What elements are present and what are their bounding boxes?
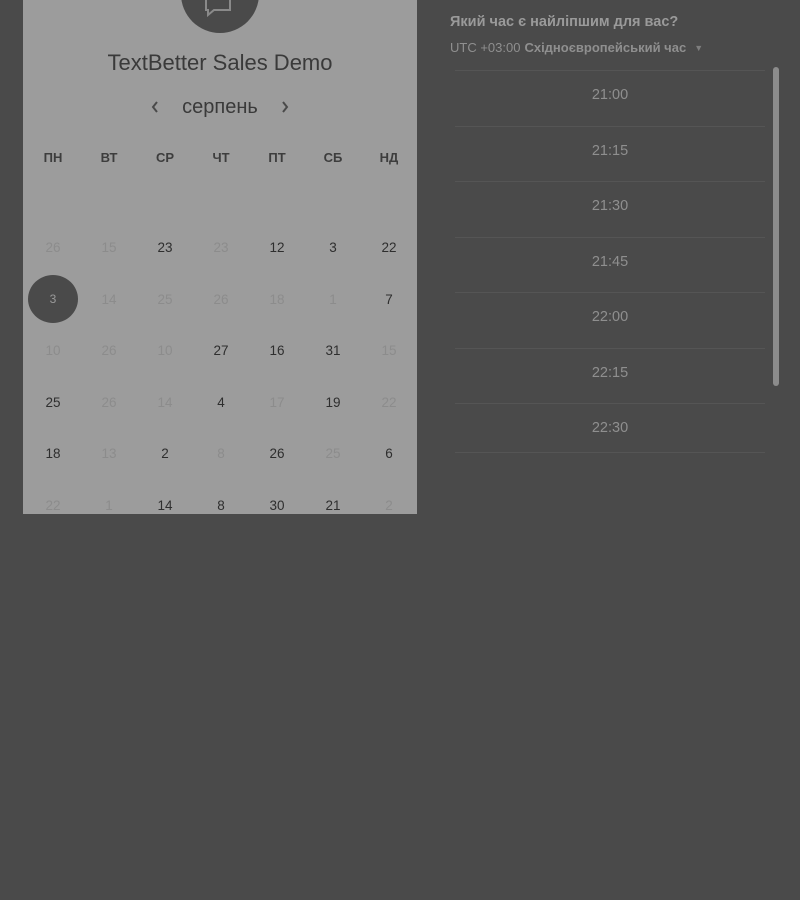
calendar-day: 1 [105,497,113,513]
calendar-day: 10 [157,343,173,359]
calendar-day: 22 [381,394,397,410]
time-list-scrollbar[interactable] [773,67,779,386]
host-avatar [181,0,259,33]
calendar-day[interactable]: 30 [249,480,305,515]
month-label: серпень [182,95,258,118]
weekday-label: ПТ [268,150,286,165]
weekday-label: НД [379,150,399,165]
calendar-day[interactable]: 26 [249,428,305,480]
caret-down-icon: ▼ [694,42,704,53]
weekday-header: ПН ВТ СР ЧТ ПТ СБ НД [25,150,417,165]
booking-card: TextBetter Sales Demo серпень ПН ВТ СР Ч… [23,0,417,514]
calendar-day: 13 [101,446,117,462]
calendar-day: 26 [45,240,61,256]
calendar-day[interactable]: 6 [361,428,417,480]
calendar-day[interactable]: 27 [193,325,249,377]
calendar-day: 8 [217,446,225,462]
calendar-day: 26 [213,291,229,307]
weekday-label: СБ [323,150,343,165]
calendar-day[interactable]: 18 [25,428,81,480]
next-month-button[interactable] [276,96,294,118]
calendar-day[interactable]: 25 [25,377,81,429]
calendar-day: 10 [45,343,61,359]
calendar-day[interactable]: 2 [137,428,193,480]
calendar-day-selected[interactable]: 3 [25,274,81,326]
calendar-day[interactable]: 19 [305,377,361,429]
weekday-label: ПН [43,150,63,165]
time-slot[interactable]: 22:00 [455,292,765,341]
calendar-day: 18 [269,291,285,307]
calendar-day: 17 [269,394,285,410]
calendar-day: 1 [329,291,337,307]
calendar-day[interactable]: 3 [305,222,361,274]
chat-icon [205,0,231,18]
calendar-day-grid: 26 15 23 23 12 3 22 3 14 25 26 18 1 7 10 26 10 27 16 31 15 25… [25,222,417,514]
month-navigation: серпень [23,93,417,121]
chevron-left-icon [151,101,158,113]
timezone-selector[interactable]: UTC +03:00 Східноєвропейський час ▼ [450,40,703,55]
time-slot-list: 21:00 21:15 21:30 21:45 22:00 22:15 22:3… [455,70,765,460]
time-question: Який час є найліпшим для вас? [450,14,679,30]
calendar-day: 23 [213,240,229,256]
calendar-day[interactable]: 21 [305,480,361,515]
calendar-day: 25 [157,291,173,307]
calendar-day: 14 [101,291,117,307]
calendar-day[interactable]: 22 [361,222,417,274]
weekday-label: ЧТ [212,150,230,165]
weekday-label: ВТ [100,150,118,165]
time-slot[interactable]: 22:30 [455,403,765,453]
calendar-day[interactable]: 23 [137,222,193,274]
calendar-day[interactable]: 7 [361,274,417,326]
calendar-day[interactable]: 14 [137,480,193,515]
time-slot[interactable]: 22:15 [455,347,765,397]
time-slot[interactable]: 21:00 [455,70,765,119]
calendar-day[interactable]: 16 [249,325,305,377]
time-slot[interactable]: 21:45 [455,236,765,286]
calendar-day: 26 [101,394,117,410]
timezone-offset: UTC +03:00 [450,40,521,55]
calendar-day[interactable]: 4 [193,377,249,429]
weekday-label: СР [155,150,175,165]
time-slot[interactable]: 21:30 [455,181,765,230]
calendar-day[interactable]: 8 [193,480,249,515]
calendar-day: 25 [325,446,341,462]
chevron-right-icon [282,101,289,113]
calendar-day[interactable]: 12 [249,222,305,274]
calendar-day: 26 [101,343,117,359]
calendar-day: 15 [381,343,397,359]
calendar-day: 2 [385,497,393,513]
event-title: TextBetter Sales Demo [107,50,333,75]
calendar-day: 15 [101,240,117,256]
selected-day-label: 3 [28,275,78,324]
calendar-day: 14 [157,394,173,410]
calendar-day[interactable]: 31 [305,325,361,377]
time-slot[interactable]: 21:15 [455,125,765,175]
previous-month-button[interactable] [146,96,164,118]
timezone-name: Східноєвропейський час [524,40,687,55]
calendar-day: 22 [45,497,61,513]
